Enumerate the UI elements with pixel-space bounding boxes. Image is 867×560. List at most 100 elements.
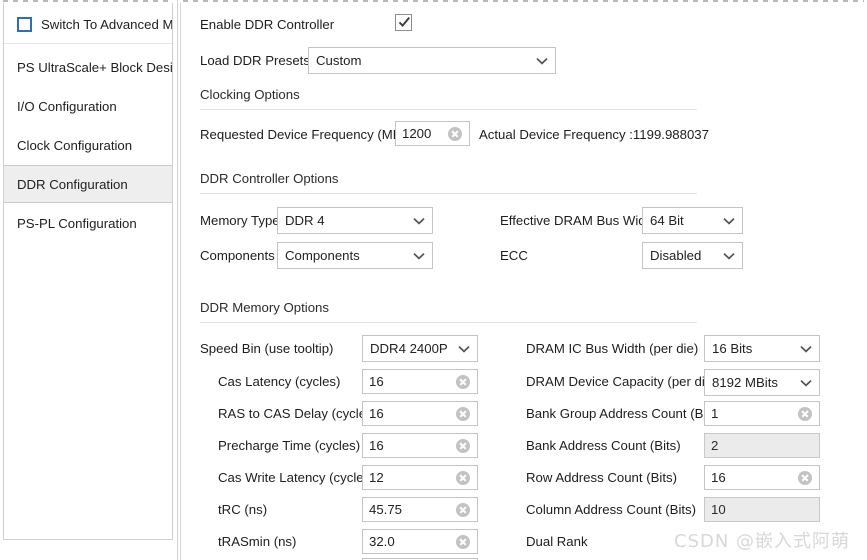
precharge-time-value: 16 xyxy=(369,438,384,453)
sidebar-item-ddr-configuration[interactable]: DDR Configuration xyxy=(4,165,172,203)
ecc-combo[interactable]: Disabled xyxy=(642,242,743,269)
chevron-down-icon[interactable] xyxy=(796,370,816,395)
chevron-down-icon[interactable] xyxy=(409,243,429,268)
enable-ddr-controller-checkbox[interactable] xyxy=(395,14,412,31)
sidebar-item-label: PS UltraScale+ Block Design xyxy=(17,59,172,75)
chevron-down-icon[interactable] xyxy=(454,336,474,361)
trasmin-value: 32.0 xyxy=(369,534,395,549)
requested-device-frequency-row: Requested Device Frequency (MHz) xyxy=(200,127,413,143)
clear-icon[interactable] xyxy=(456,534,470,549)
enable-ddr-controller-label: Enable DDR Controller xyxy=(200,17,335,32)
section-divider xyxy=(200,193,697,194)
dram-device-capacity-row: DRAM Device Capacity (per die) xyxy=(526,374,717,390)
memory-type-combo[interactable]: DDR 4 xyxy=(277,207,433,234)
requested-device-frequency-value: 1200 xyxy=(402,126,432,141)
switch-to-advanced-mode-row[interactable]: Switch To Advanced Mode xyxy=(4,5,172,43)
dram-ic-bus-width-value: 16 Bits xyxy=(712,341,753,356)
load-ddr-presets-combo[interactable]: Custom xyxy=(308,47,556,74)
clear-icon[interactable] xyxy=(798,470,812,485)
effective-dram-bus-width-value: 64 Bit xyxy=(650,213,684,228)
dram-device-capacity-combo[interactable]: 8192 MBits xyxy=(704,369,820,396)
memory-type-value: DDR 4 xyxy=(285,213,325,228)
ras-to-cas-delay-input[interactable]: 16 xyxy=(362,401,478,426)
nav-divider xyxy=(4,43,172,44)
clear-icon[interactable] xyxy=(456,406,470,421)
column-address-count-value: 10 xyxy=(711,502,726,517)
bank-address-count-label: Bank Address Count (Bits) xyxy=(526,438,681,453)
ddr-configuration-screen: Switch To Advanced Mode PS UltraScale+ B… xyxy=(0,0,867,560)
clear-icon[interactable] xyxy=(456,438,470,453)
chevron-down-icon[interactable] xyxy=(719,243,739,268)
bank-group-address-count-input[interactable]: 1 xyxy=(704,401,820,426)
dram-device-capacity-label: DRAM Device Capacity (per die) xyxy=(526,374,717,389)
precharge-time-input[interactable]: 16 xyxy=(362,433,478,458)
cas-write-latency-row: Cas Write Latency (cycles) xyxy=(218,470,375,486)
row-address-count-input[interactable]: 16 xyxy=(704,465,820,490)
section-divider xyxy=(200,322,697,323)
effective-dram-bus-width-combo[interactable]: 64 Bit xyxy=(642,207,743,234)
trasmin-label: tRASmin (ns) xyxy=(218,534,297,549)
ras-to-cas-delay-row: RAS to CAS Delay (cycles) xyxy=(218,406,377,422)
column-address-count-input: 10 xyxy=(704,497,820,522)
ecc-value: Disabled xyxy=(650,248,702,263)
actual-device-frequency-row: Actual Device Frequency :1199.988037 xyxy=(479,127,709,143)
bank-group-address-count-row: Bank Group Address Count (Bits) xyxy=(526,406,721,422)
switch-to-advanced-mode-label: Switch To Advanced Mode xyxy=(41,16,172,32)
speed-bin-combo[interactable]: DDR4 2400P xyxy=(362,335,478,362)
speed-bin-row: Speed Bin (use tooltip) xyxy=(200,341,333,357)
speed-bin-label: Speed Bin (use tooltip) xyxy=(200,341,334,356)
cas-write-latency-input[interactable]: 12 xyxy=(362,465,478,490)
trc-row: tRC (ns) xyxy=(218,502,267,518)
components-combo[interactable]: Components xyxy=(277,242,433,269)
main-panel-left-border xyxy=(180,3,181,560)
precharge-time-label: Precharge Time (cycles) xyxy=(218,438,361,453)
clear-icon[interactable] xyxy=(456,374,470,389)
dram-ic-bus-width-label: DRAM IC Bus Width (per die) xyxy=(526,341,699,356)
dram-ic-bus-width-combo[interactable]: 16 Bits xyxy=(704,335,820,362)
section-title-text: DDR Controller Options xyxy=(200,171,339,186)
dram-ic-bus-width-row: DRAM IC Bus Width (per die) xyxy=(526,341,698,357)
clocking-options-section-title: Clocking Options xyxy=(200,87,300,103)
clear-icon[interactable] xyxy=(456,502,470,517)
sidebar-item-clock-configuration[interactable]: Clock Configuration xyxy=(4,126,172,164)
advanced-mode-checkbox[interactable] xyxy=(17,16,32,32)
chevron-down-icon[interactable] xyxy=(796,336,816,361)
chevron-down-icon[interactable] xyxy=(532,48,552,73)
sidebar-item-label: Clock Configuration xyxy=(17,137,133,153)
chevron-down-icon[interactable] xyxy=(409,208,429,233)
trc-label: tRC (ns) xyxy=(218,502,268,517)
cas-write-latency-value: 12 xyxy=(369,470,384,485)
sidebar-item-io-configuration[interactable]: I/O Configuration xyxy=(4,87,172,125)
section-title-text: DDR Memory Options xyxy=(200,300,329,315)
requested-device-frequency-label: Requested Device Frequency (MHz) xyxy=(200,127,414,142)
trasmin-input[interactable]: 32.0 xyxy=(362,529,478,554)
clear-icon[interactable] xyxy=(798,406,812,421)
section-divider xyxy=(200,109,697,110)
effective-dram-bus-width-label: Effective DRAM Bus Width xyxy=(500,213,657,228)
clear-icon[interactable] xyxy=(448,126,462,141)
ecc-label: ECC xyxy=(500,248,528,263)
column-address-count-label: Column Address Count (Bits) xyxy=(526,502,697,517)
ddr-memory-options-section-title: DDR Memory Options xyxy=(200,300,329,316)
speed-bin-value: DDR4 2400P xyxy=(370,341,448,356)
nav-panel-top-rail xyxy=(3,0,173,2)
load-ddr-presets-value: Custom xyxy=(316,53,362,68)
trc-input[interactable]: 45.75 xyxy=(362,497,478,522)
chevron-down-icon[interactable] xyxy=(719,208,739,233)
ddr-controller-options-section-title: DDR Controller Options xyxy=(200,171,339,187)
page-navigator-panel: Switch To Advanced Mode PS UltraScale+ B… xyxy=(3,3,173,540)
dual-rank-label: Dual Rank xyxy=(526,534,588,549)
trc-value: 45.75 xyxy=(369,502,403,517)
trasmin-row: tRASmin (ns) xyxy=(218,534,296,550)
enable-ddr-controller-row: Enable DDR Controller xyxy=(200,17,334,33)
sidebar-item-label: I/O Configuration xyxy=(17,98,117,114)
ras-to-cas-delay-value: 16 xyxy=(369,406,384,421)
cas-latency-input[interactable]: 16 xyxy=(362,369,478,394)
sidebar-item-ps-ultrascale-block-design[interactable]: PS UltraScale+ Block Design xyxy=(4,48,172,86)
requested-device-frequency-input[interactable]: 1200 xyxy=(395,121,470,146)
sidebar-item-ps-pl-configuration[interactable]: PS-PL Configuration xyxy=(4,204,172,242)
panel-splitter[interactable] xyxy=(177,0,178,560)
components-value: Components xyxy=(285,248,360,263)
clear-icon[interactable] xyxy=(456,470,470,485)
cas-latency-label: Cas Latency (cycles) xyxy=(218,374,341,389)
